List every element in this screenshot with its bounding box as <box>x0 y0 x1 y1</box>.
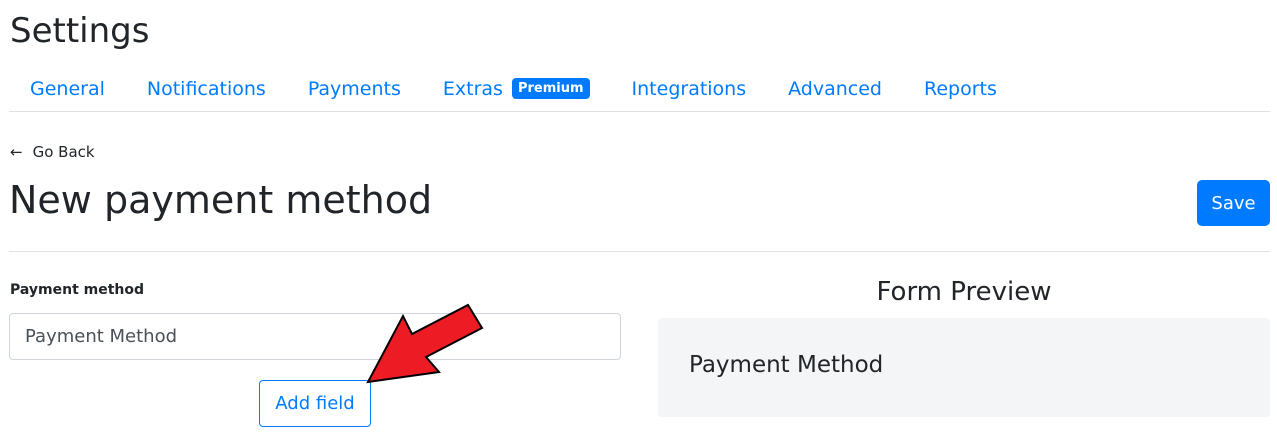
tab-reports[interactable]: Reports <box>903 66 1018 111</box>
divider <box>9 251 1270 252</box>
tab-general[interactable]: General <box>9 66 126 111</box>
go-back-link[interactable]: ← Go Back <box>10 143 95 161</box>
add-field-button[interactable]: Add field <box>259 380 371 427</box>
tab-integrations[interactable]: Integrations <box>611 66 768 111</box>
arrow-left-icon: ← <box>10 143 23 161</box>
form-preview-title: Form Preview <box>876 277 1052 307</box>
tab-label: General <box>30 77 105 100</box>
tab-advanced[interactable]: Advanced <box>767 66 903 111</box>
premium-badge: Premium <box>511 78 590 99</box>
tab-label: Extras <box>442 77 503 100</box>
page-title: Settings <box>10 11 150 51</box>
tab-extras[interactable]: Extras Premium <box>422 66 611 111</box>
tab-label: Notifications <box>146 77 266 100</box>
payment-method-label: Payment method <box>10 282 145 298</box>
tab-notifications[interactable]: Notifications <box>126 66 287 111</box>
tab-label: Advanced <box>788 77 882 100</box>
form-preview-panel: Payment Method <box>658 318 1270 417</box>
tab-label: Payments <box>307 77 401 100</box>
tab-label: Integrations <box>631 77 747 100</box>
save-button[interactable]: Save <box>1197 180 1270 226</box>
annotation-arrow-icon <box>366 303 484 384</box>
go-back-label: Go Back <box>32 143 95 161</box>
payment-method-input[interactable] <box>9 313 621 360</box>
settings-tabs: General Notifications Payments Extras Pre… <box>9 66 1270 112</box>
preview-field-label: Payment Method <box>689 352 884 378</box>
tab-label: Reports <box>923 77 997 100</box>
page-heading: New payment method <box>9 178 433 222</box>
tab-payments[interactable]: Payments <box>287 66 422 111</box>
